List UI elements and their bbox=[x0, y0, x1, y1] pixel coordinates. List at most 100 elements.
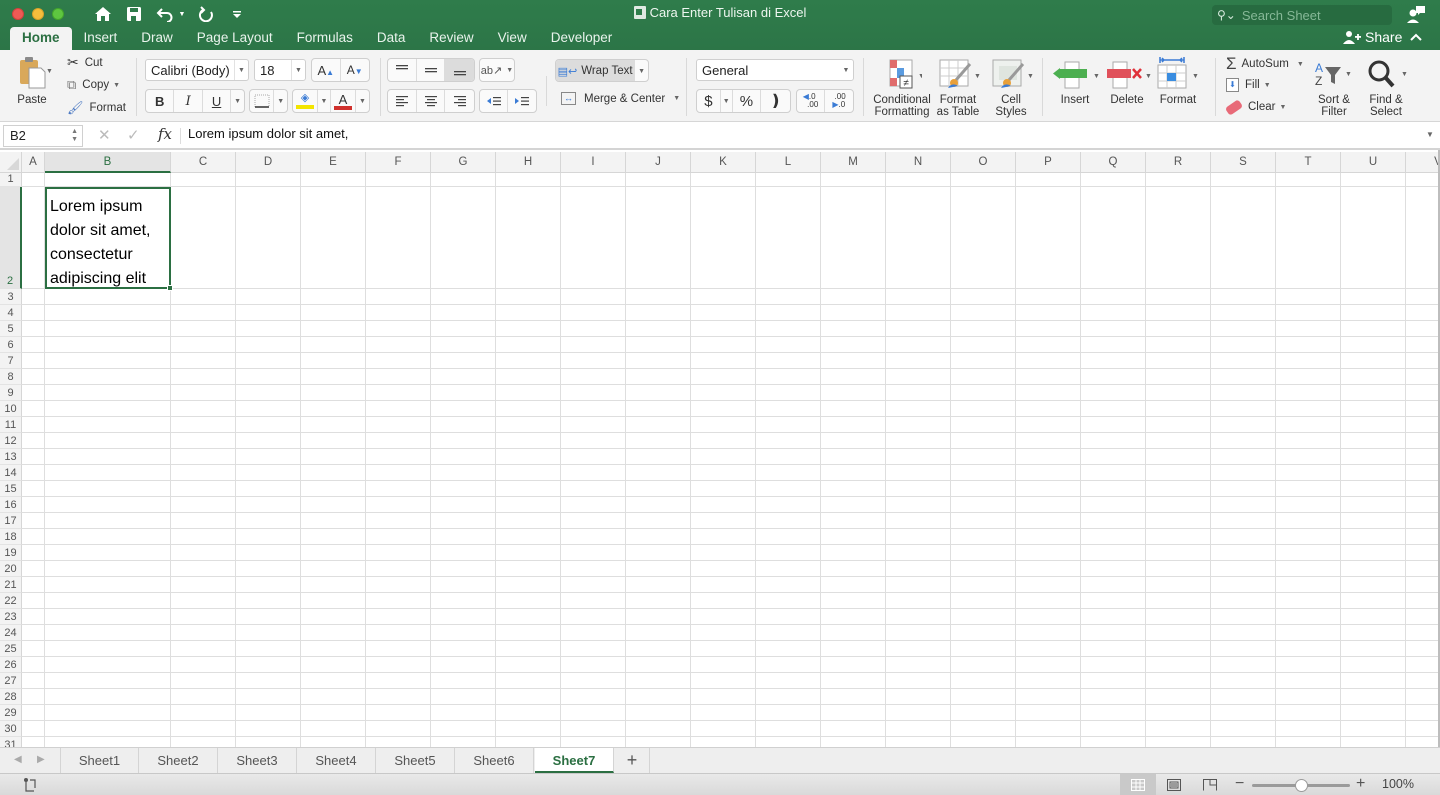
feedback-icon[interactable] bbox=[1406, 5, 1426, 25]
tab-formulas[interactable]: Formulas bbox=[285, 27, 365, 50]
autosum-button[interactable]: Σ AutoSum ▼ bbox=[1226, 54, 1304, 74]
fill-handle[interactable] bbox=[167, 285, 173, 291]
share-button[interactable]: Share bbox=[1343, 29, 1402, 45]
formula-input[interactable]: Lorem ipsum dolor sit amet, bbox=[188, 126, 348, 141]
column-header-u[interactable]: U bbox=[1341, 152, 1406, 173]
increase-font-size-button[interactable]: A▲ bbox=[312, 59, 341, 81]
format-as-table-button[interactable]: ▼ Format as Table bbox=[934, 56, 982, 118]
select-all-corner[interactable] bbox=[0, 152, 22, 173]
orientation-button[interactable]: ab↗ ▼ bbox=[480, 59, 514, 81]
column-header-j[interactable]: J bbox=[626, 152, 691, 173]
sheet-tab-sheet7[interactable]: Sheet7 bbox=[535, 748, 614, 773]
sheet-tab-sheet2[interactable]: Sheet2 bbox=[139, 748, 218, 773]
sheet-tab-sheet4[interactable]: Sheet4 bbox=[297, 748, 376, 773]
sheet-tab-sheet6[interactable]: Sheet6 bbox=[455, 748, 534, 773]
row-header-31[interactable]: 31 bbox=[0, 737, 22, 747]
zoom-in-button[interactable]: + bbox=[1356, 775, 1365, 793]
row-header-3[interactable]: 3 bbox=[0, 289, 22, 305]
column-header-r[interactable]: R bbox=[1146, 152, 1211, 173]
decrease-font-size-button[interactable]: A▼ bbox=[341, 59, 369, 81]
undo-icon[interactable] bbox=[155, 3, 175, 25]
row-header-18[interactable]: 18 bbox=[0, 529, 22, 545]
worksheet-grid[interactable]: ABCDEFGHIJKLMNOPQRSTUV123456789101112131… bbox=[0, 150, 1440, 747]
italic-button[interactable]: I bbox=[174, 90, 203, 112]
font-name-select[interactable]: Calibri (Body) ▼ bbox=[145, 59, 249, 81]
percent-style-button[interactable]: % bbox=[733, 90, 762, 112]
sheet-tab-sheet5[interactable]: Sheet5 bbox=[376, 748, 455, 773]
increase-decimal-button[interactable]: ◀.0 .00 bbox=[797, 90, 826, 112]
page-break-preview-button[interactable] bbox=[1192, 774, 1228, 795]
insert-cells-button[interactable]: ▼ Insert bbox=[1052, 56, 1099, 106]
underline-dropdown-icon[interactable]: ▼ bbox=[231, 90, 244, 112]
row-header-7[interactable]: 7 bbox=[0, 353, 22, 369]
sort-filter-button[interactable]: A Z ▼ Sort & Filter bbox=[1310, 56, 1358, 118]
page-layout-view-button[interactable] bbox=[1156, 774, 1192, 795]
align-left-button[interactable] bbox=[388, 90, 417, 112]
row-header-5[interactable]: 5 bbox=[0, 321, 22, 337]
zoom-slider-thumb[interactable] bbox=[1294, 779, 1308, 792]
row-header-29[interactable]: 29 bbox=[0, 705, 22, 721]
format-cells-button[interactable]: ▼ Format bbox=[1155, 56, 1201, 106]
conditional-formatting-button[interactable]: ≠ ▼ Conditional Formatting bbox=[872, 56, 932, 118]
underline-button[interactable]: U bbox=[203, 90, 232, 112]
row-header-13[interactable]: 13 bbox=[0, 449, 22, 465]
column-header-a[interactable]: A bbox=[22, 152, 45, 173]
active-cell-b2[interactable]: Lorem ipsum dolor sit amet, consectetur … bbox=[45, 187, 171, 289]
column-header-i[interactable]: I bbox=[561, 152, 626, 173]
paste-button[interactable]: Paste bbox=[10, 56, 54, 106]
align-middle-button[interactable] bbox=[417, 59, 446, 81]
fill-color-button[interactable]: ◈ bbox=[293, 90, 318, 112]
clear-button[interactable]: Clear ▼ bbox=[1224, 98, 1286, 116]
tab-page-layout[interactable]: Page Layout bbox=[185, 27, 285, 50]
row-header-30[interactable]: 30 bbox=[0, 721, 22, 737]
normal-view-button[interactable] bbox=[1120, 774, 1156, 795]
save-icon[interactable] bbox=[124, 3, 144, 25]
column-header-k[interactable]: K bbox=[691, 152, 756, 173]
column-header-q[interactable]: Q bbox=[1081, 152, 1146, 173]
borders-dropdown-icon[interactable]: ▼ bbox=[274, 90, 287, 112]
column-header-c[interactable]: C bbox=[171, 152, 236, 173]
row-header-24[interactable]: 24 bbox=[0, 625, 22, 641]
find-select-button[interactable]: ▼ Find & Select bbox=[1362, 56, 1410, 118]
zoom-out-button[interactable]: − bbox=[1235, 775, 1244, 793]
insert-function-fx-button[interactable]: fx bbox=[158, 125, 172, 143]
tab-insert[interactable]: Insert bbox=[72, 27, 130, 50]
row-header-23[interactable]: 23 bbox=[0, 609, 22, 625]
accounting-format-dropdown-icon[interactable]: ▼ bbox=[721, 90, 733, 112]
row-header-11[interactable]: 11 bbox=[0, 417, 22, 433]
column-header-e[interactable]: E bbox=[301, 152, 366, 173]
window-maximize-button[interactable] bbox=[52, 8, 64, 20]
row-header-20[interactable]: 20 bbox=[0, 561, 22, 577]
next-sheet-arrow-icon[interactable]: ▶ bbox=[37, 754, 45, 765]
align-right-button[interactable] bbox=[445, 90, 474, 112]
align-center-button[interactable] bbox=[417, 90, 446, 112]
format-painter-button[interactable]: 🖌 Format bbox=[67, 100, 126, 116]
macro-recording-icon[interactable] bbox=[22, 777, 38, 795]
row-header-19[interactable]: 19 bbox=[0, 545, 22, 561]
row-header-15[interactable]: 15 bbox=[0, 481, 22, 497]
comma-style-button[interactable]: ❫ bbox=[761, 90, 790, 112]
name-box[interactable]: B2 ▲ ▼ bbox=[3, 125, 83, 147]
window-minimize-button[interactable] bbox=[32, 8, 44, 20]
cancel-entry-x-icon[interactable]: ✕ bbox=[98, 126, 111, 144]
search-sheet-box[interactable]: ⚲⌄ bbox=[1212, 5, 1392, 25]
undo-dropdown-icon[interactable]: ▼ bbox=[178, 3, 186, 25]
row-header-17[interactable]: 17 bbox=[0, 513, 22, 529]
column-header-n[interactable]: N bbox=[886, 152, 951, 173]
add-sheet-button[interactable]: + bbox=[615, 748, 650, 773]
font-color-button[interactable]: A bbox=[331, 90, 356, 112]
row-header-8[interactable]: 8 bbox=[0, 369, 22, 385]
tab-developer[interactable]: Developer bbox=[539, 27, 625, 50]
column-header-v[interactable]: V bbox=[1406, 152, 1440, 173]
row-header-10[interactable]: 10 bbox=[0, 401, 22, 417]
copy-button[interactable]: ⧉ Copy ▼ bbox=[67, 77, 120, 93]
row-header-1[interactable]: 1 bbox=[0, 173, 22, 187]
row-header-16[interactable]: 16 bbox=[0, 497, 22, 513]
tab-data[interactable]: Data bbox=[365, 27, 418, 50]
decrease-decimal-button[interactable]: .00 ▶.0 bbox=[825, 90, 853, 112]
row-header-21[interactable]: 21 bbox=[0, 577, 22, 593]
bold-button[interactable]: B bbox=[146, 90, 175, 112]
cell-styles-button[interactable]: ▼ Cell Styles bbox=[988, 56, 1034, 118]
row-header-28[interactable]: 28 bbox=[0, 689, 22, 705]
row-header-9[interactable]: 9 bbox=[0, 385, 22, 401]
